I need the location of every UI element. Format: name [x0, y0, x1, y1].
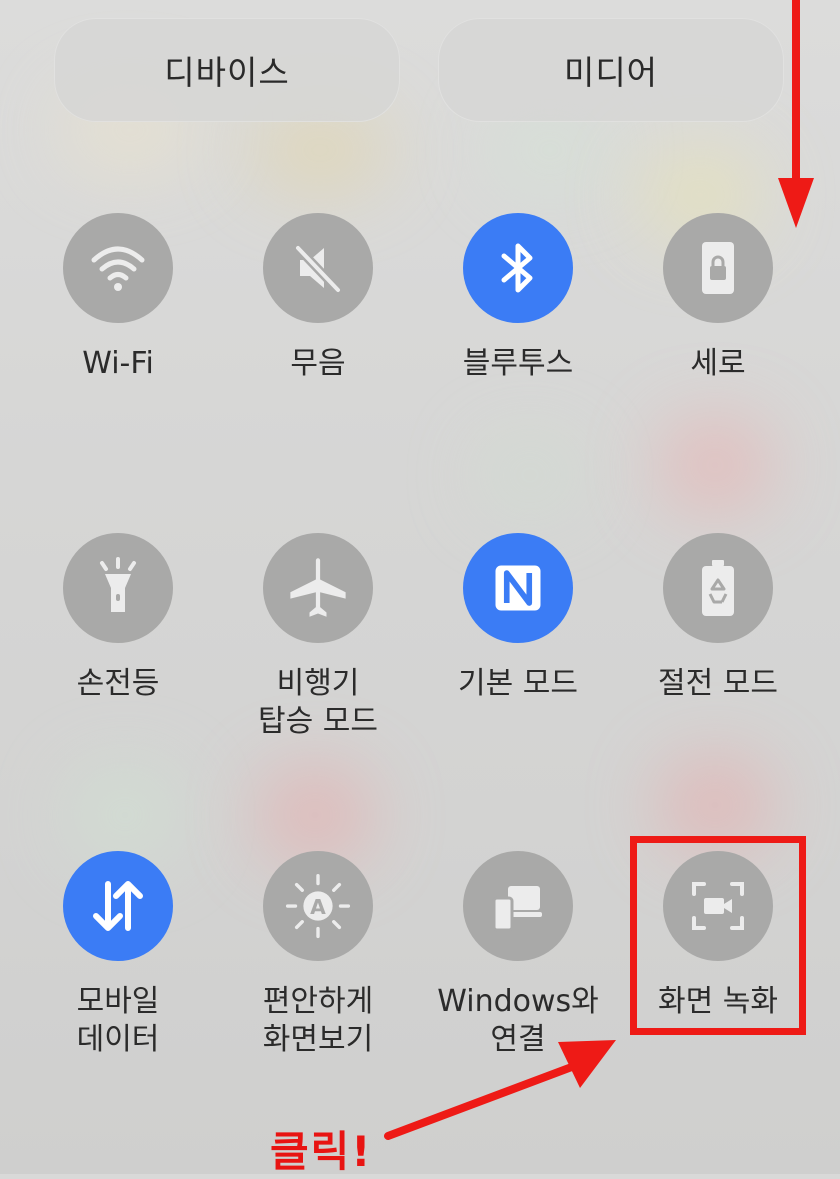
eye-comfort-icon: A [285, 873, 351, 939]
portrait-label: 세로 [690, 346, 746, 381]
annotation-arrow-down [778, 0, 814, 228]
bluetooth-icon [501, 243, 533, 293]
nfc-toggle[interactable] [463, 533, 573, 643]
mute-icon [294, 244, 342, 294]
airplane-toggle[interactable] [263, 533, 373, 643]
eye-comfort-toggle[interactable]: A [263, 851, 373, 961]
mute-label: 무음 [290, 346, 346, 381]
devices-button[interactable]: 디바이스 [54, 18, 400, 122]
bluetooth-toggle[interactable] [463, 213, 573, 323]
mobile-data-toggle[interactable] [63, 851, 173, 961]
media-button-label: 미디어 [563, 53, 659, 92]
battery-saver-tile[interactable]: 절전 모드 [618, 533, 818, 703]
media-button[interactable]: 미디어 [438, 18, 784, 122]
airplane-tile[interactable]: 비행기 탑승 모드 [218, 533, 418, 741]
nfc-icon [495, 565, 541, 611]
flashlight-icon [100, 557, 136, 612]
flashlight-tile[interactable]: 손전등 [18, 533, 218, 703]
bluetooth-tile[interactable]: 블루투스 [418, 213, 618, 383]
devices-button-label: 디바이스 [164, 53, 290, 92]
click-annotation-text: 클릭! [270, 1127, 373, 1176]
mobile-data-icon [93, 881, 143, 931]
wifi-icon [91, 246, 145, 291]
wifi-tile[interactable]: Wi-Fi [18, 213, 218, 383]
battery-saver-label: 절전 모드 [658, 666, 778, 701]
annotation-arrow-diagonal [384, 1040, 616, 1140]
link-windows-tile[interactable]: Windows와 연결 [418, 851, 618, 1059]
svg-text:A: A [310, 895, 326, 919]
link-windows-icon [492, 886, 542, 932]
portrait-toggle[interactable] [663, 213, 773, 323]
mute-tile[interactable]: 무음 [218, 213, 418, 383]
flashlight-label: 손전등 [76, 666, 160, 701]
airplane-icon [290, 558, 346, 617]
mobile-data-label: 모바일 데이터 [76, 984, 160, 1057]
mobile-data-tile[interactable]: 모바일 데이터 [18, 851, 218, 1059]
wifi-toggle[interactable] [63, 213, 173, 323]
nfc-tile[interactable]: 기본 모드 [418, 533, 618, 703]
highlight-box [630, 836, 806, 1035]
battery-saver-icon [702, 560, 734, 616]
portrait-lock-icon [702, 242, 734, 294]
wifi-label: Wi-Fi [82, 346, 154, 381]
link-windows-toggle[interactable] [463, 851, 573, 961]
battery-saver-toggle[interactable] [663, 533, 773, 643]
flashlight-toggle[interactable] [63, 533, 173, 643]
airplane-label: 비행기 탑승 모드 [258, 666, 378, 739]
bluetooth-label: 블루투스 [462, 346, 574, 381]
nfc-label: 기본 모드 [458, 666, 578, 701]
mute-toggle[interactable] [263, 213, 373, 323]
eye-comfort-tile[interactable]: A 편안하게 화면보기 [218, 851, 418, 1059]
